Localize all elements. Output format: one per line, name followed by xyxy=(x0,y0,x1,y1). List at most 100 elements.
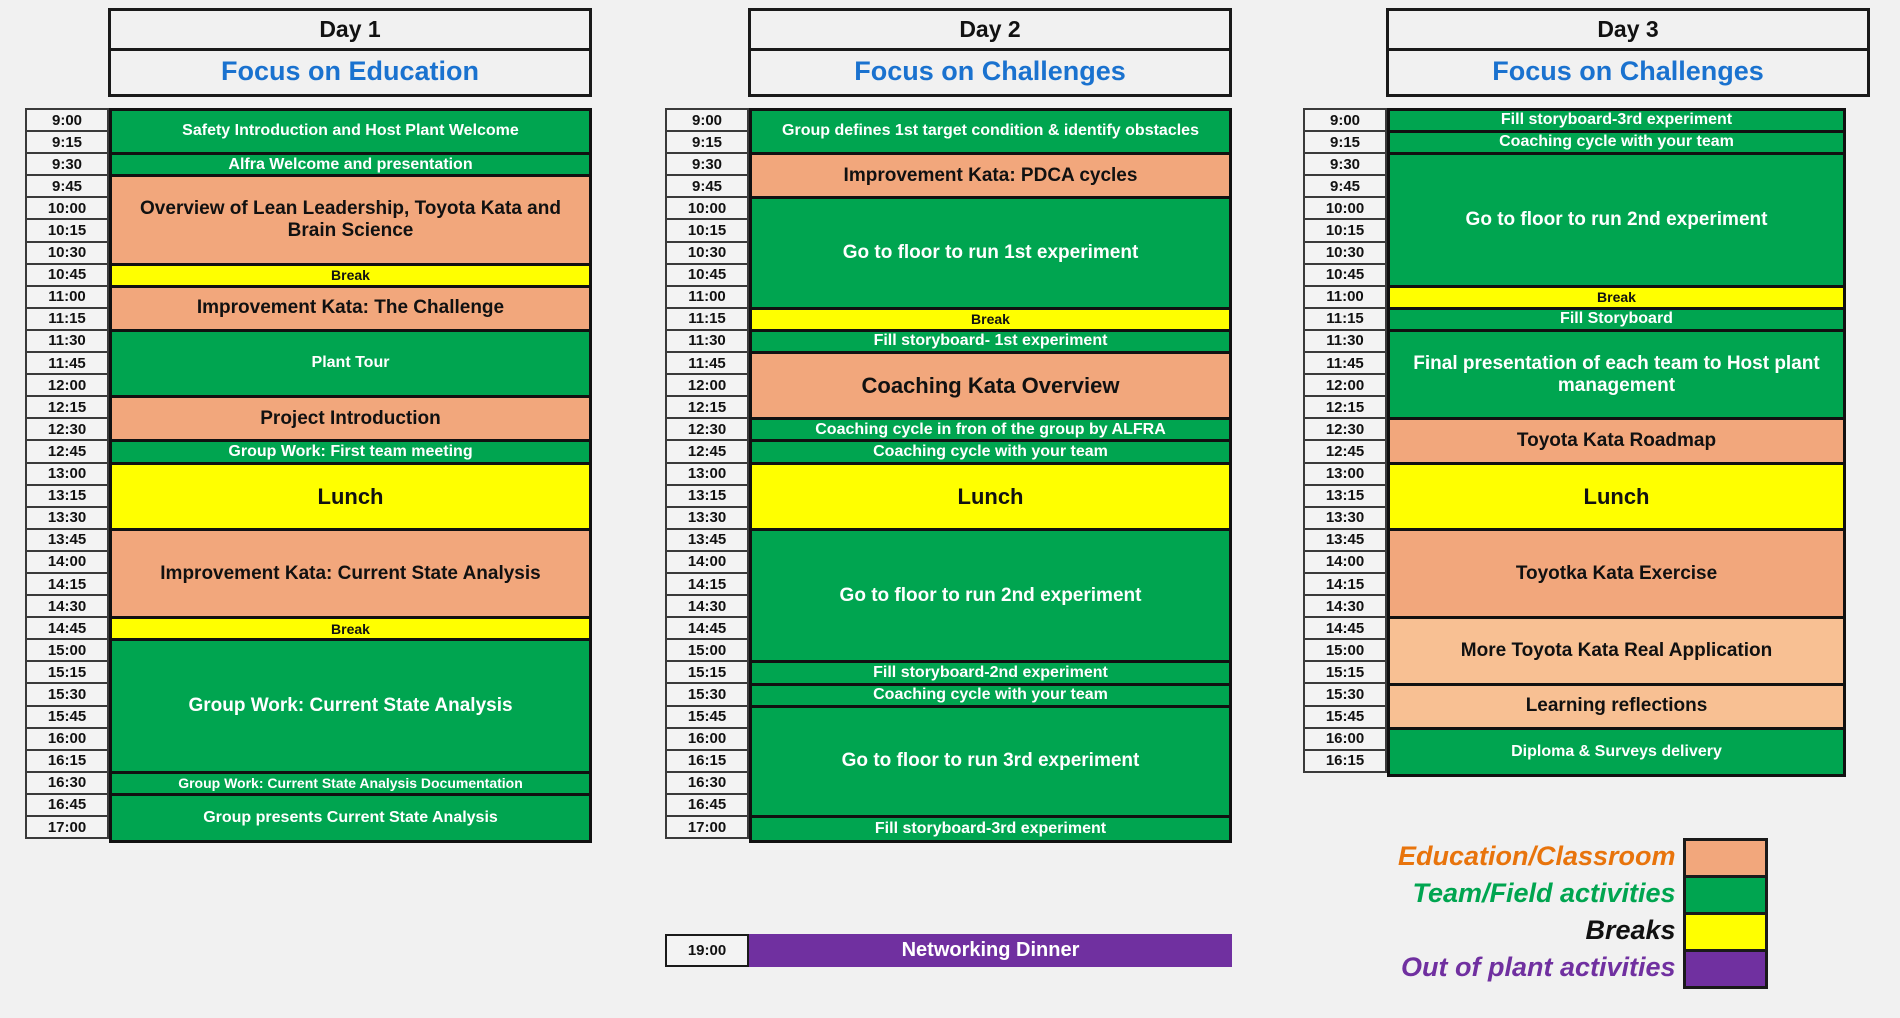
activity-block[interactable]: Go to floor to run 3rd experiment xyxy=(752,707,1229,819)
activity-block[interactable]: Fill storyboard-3rd experiment xyxy=(752,818,1229,841)
activity-block[interactable]: Go to floor to run 1st experiment xyxy=(752,199,1229,310)
activity-block[interactable]: Break xyxy=(1390,287,1843,310)
time-cell: 11:45 xyxy=(1305,353,1385,376)
legend-label: Education/Classroom xyxy=(1398,841,1676,871)
time-cell: 10:30 xyxy=(667,242,747,265)
time-cell: 15:45 xyxy=(1305,706,1385,729)
activity-block[interactable]: Break xyxy=(112,265,589,288)
activity-block[interactable]: Lunch xyxy=(112,464,589,531)
time-cell: 11:45 xyxy=(27,353,107,376)
time-cell: 9:15 xyxy=(27,132,107,155)
activity-block[interactable]: Coaching cycle with your team xyxy=(1390,133,1843,156)
time-cell: 10:45 xyxy=(27,264,107,287)
time-cell: 14:15 xyxy=(1305,573,1385,597)
activity-block[interactable]: Go to floor to run 2nd experiment xyxy=(1390,155,1843,288)
time-cell: 14:00 xyxy=(27,551,107,574)
activity-block[interactable]: Project Introduction xyxy=(112,398,589,443)
time-cell: 15:00 xyxy=(1305,640,1385,663)
time-cell: 10:15 xyxy=(27,220,107,243)
activity-block[interactable]: Coaching cycle in fron of the group by A… xyxy=(752,420,1229,443)
activity-column: Group defines 1st target condition & ide… xyxy=(749,108,1232,844)
activity-block[interactable]: Break xyxy=(112,619,589,642)
activity-block[interactable]: Diploma & Surveys delivery xyxy=(1390,729,1843,774)
activity-block[interactable]: Fill Storyboard xyxy=(1390,309,1843,332)
time-cell: 15:00 xyxy=(667,640,747,663)
activity-block[interactable]: Final presentation of each team to Host … xyxy=(1390,331,1843,421)
time-cell: 10:15 xyxy=(1305,220,1385,243)
time-cell: 14:30 xyxy=(27,596,107,619)
time-cell: 9:00 xyxy=(1305,110,1385,133)
time-cell: 12:30 xyxy=(667,419,747,442)
time-cell: 14:45 xyxy=(1305,618,1385,641)
day-header-3: Day 3 Focus on Challenges xyxy=(1386,8,1870,98)
activity-block[interactable]: Lunch xyxy=(752,464,1229,531)
day-schedule-3: 9:00 9:15 9:30 9:45 10:00 10:15 10:30 10:45 11:0… xyxy=(1303,108,1846,777)
time-cell: 15:15 xyxy=(27,662,107,685)
activity-block[interactable]: Safety Introduction and Host Plant Welco… xyxy=(112,111,589,156)
time-cell: 11:30 xyxy=(1305,330,1385,354)
time-cell: 13:45 xyxy=(667,529,747,552)
activity-block[interactable]: Improvement Kata: PDCA cycles xyxy=(752,155,1229,200)
time-cell: 10:45 xyxy=(1305,264,1385,287)
time-cell: 14:30 xyxy=(667,596,747,619)
time-cell: 16:00 xyxy=(1305,728,1385,751)
activity-block[interactable]: Coaching Kata Overview xyxy=(752,354,1229,421)
activity-block[interactable]: Group Work: Current State Analysis Docum… xyxy=(112,773,589,796)
time-cell: 12:30 xyxy=(27,419,107,442)
activity-block[interactable]: Improvement Kata: Current State Analysis xyxy=(112,530,589,620)
day-title: Day 3 xyxy=(1389,11,1867,52)
activity-block[interactable]: Fill storyboard-3rd experiment xyxy=(1390,111,1843,134)
time-cell: 13:30 xyxy=(1305,507,1385,530)
activity-block[interactable]: Coaching cycle with your team xyxy=(752,442,1229,465)
time-cell: 10:00 xyxy=(27,198,107,221)
time-cell: 17:00 xyxy=(27,817,107,840)
activity-block[interactable]: Toyotka Kata Exercise xyxy=(1390,530,1843,620)
time-cell: 14:00 xyxy=(1305,551,1385,574)
activity-block[interactable]: Plant Tour xyxy=(112,331,589,399)
activity-block[interactable]: Break xyxy=(752,309,1229,332)
time-cell: 9:15 xyxy=(1305,132,1385,155)
activity-block[interactable]: Toyota Kata Roadmap xyxy=(1390,420,1843,465)
day-header-2: Day 2 Focus on Challenges xyxy=(748,8,1232,98)
time-cell: 15:15 xyxy=(1305,662,1385,685)
activity-block[interactable]: Go to floor to run 2nd experiment xyxy=(752,530,1229,664)
activity-block[interactable]: Improvement Kata: The Challenge xyxy=(112,287,589,332)
day-schedule-1: 9:00 9:15 9:30 9:45 10:00 10:15 10:30 10:45 11:0… xyxy=(25,108,592,844)
activity-block[interactable]: Fill storyboard-2nd experiment xyxy=(752,663,1229,686)
time-cell: 9:30 xyxy=(667,154,747,177)
day-focus: Focus on Challenges xyxy=(854,56,1126,87)
activity-block[interactable]: Group Work: First team meeting xyxy=(112,442,589,465)
time-cell: 15:30 xyxy=(1305,684,1385,707)
legend-labels: Education/Classroom Team/Field activities… xyxy=(1398,838,1683,986)
time-cell: 13:45 xyxy=(1305,529,1385,552)
time-cell: 12:15 xyxy=(1305,397,1385,420)
time-column: 9:00 9:15 9:30 9:45 10:00 10:15 10:30 10:45 11:0… xyxy=(1303,108,1387,773)
time-cell: 15:00 xyxy=(27,640,107,663)
time-cell: 16:30 xyxy=(27,772,107,795)
activity-block[interactable]: More Toyota Kata Real Application xyxy=(1390,619,1843,686)
activity-block[interactable]: Alfra Welcome and presentation xyxy=(112,155,589,178)
activity-block[interactable]: Group Work: Current State Analysis xyxy=(112,641,589,774)
dinner-activity[interactable]: Networking Dinner xyxy=(749,934,1232,967)
activity-block[interactable]: Lunch xyxy=(1390,464,1843,531)
activity-block[interactable]: Fill storyboard- 1st experiment xyxy=(752,331,1229,355)
time-cell: 14:15 xyxy=(667,573,747,597)
legend-label: Out of plant activities xyxy=(1401,952,1676,982)
activity-block[interactable]: Group presents Current State Analysis xyxy=(112,796,589,841)
time-cell: 11:30 xyxy=(667,330,747,354)
activity-block[interactable]: Overview of Lean Leadership, Toyota Kata… xyxy=(112,177,589,266)
time-cell: 13:15 xyxy=(667,485,747,508)
activity-block[interactable]: Learning reflections xyxy=(1390,685,1843,730)
legend-label: Team/Field activities xyxy=(1412,878,1676,908)
activity-block[interactable]: Coaching cycle with your team xyxy=(752,685,1229,708)
time-cell: 10:30 xyxy=(27,242,107,265)
day-focus: Focus on Education xyxy=(220,56,479,87)
time-cell: 14:00 xyxy=(667,551,747,574)
time-cell: 16:45 xyxy=(667,794,747,817)
activity-block[interactable]: Group defines 1st target condition & ide… xyxy=(752,111,1229,156)
time-cell: 11:00 xyxy=(1305,286,1385,309)
legend-label: Breaks xyxy=(1585,915,1676,945)
legend-swatches xyxy=(1682,838,1768,989)
legend-swatch-team xyxy=(1685,878,1765,915)
time-cell: 15:15 xyxy=(667,662,747,685)
